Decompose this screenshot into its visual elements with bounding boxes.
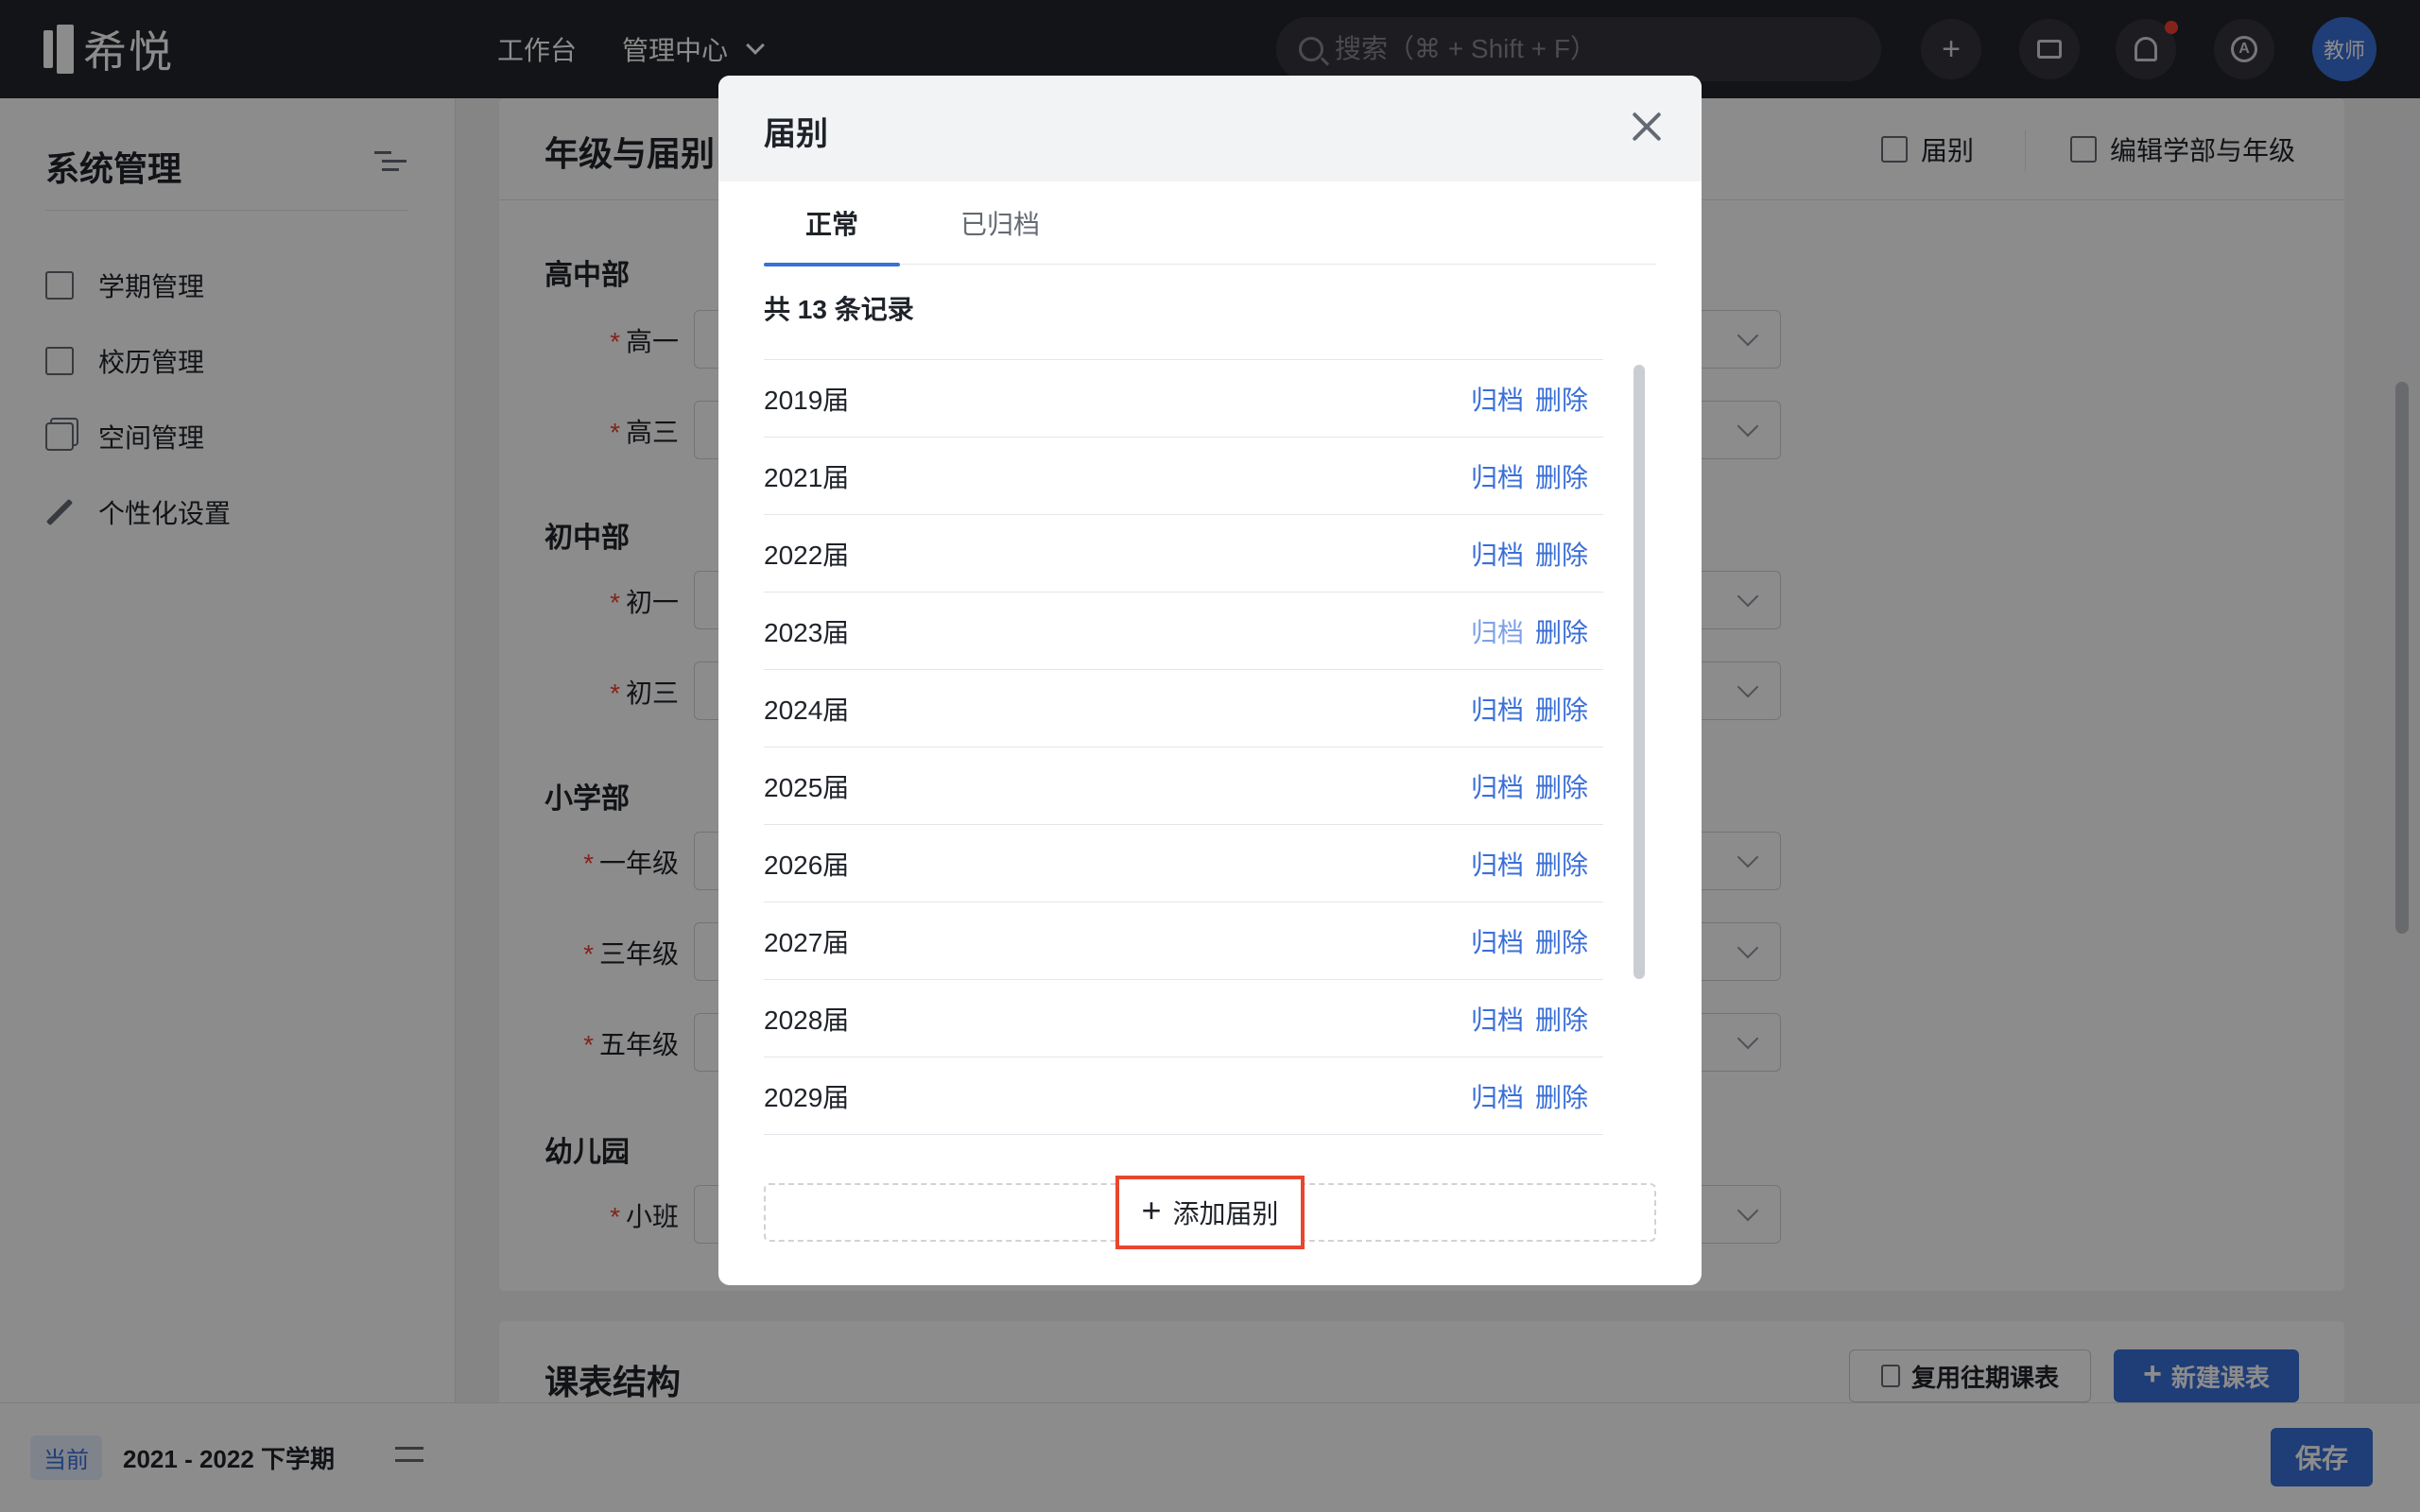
- list-item: 2029届 归档 删除: [764, 1057, 1603, 1135]
- list-item: 2025届 归档 删除: [764, 747, 1603, 825]
- delete-link[interactable]: 删除: [1535, 1077, 1588, 1115]
- list-item: 2021届 归档 删除: [764, 438, 1603, 515]
- delete-link[interactable]: 删除: [1535, 612, 1588, 650]
- list-scrollbar[interactable]: [1634, 365, 1645, 1159]
- class-year-list[interactable]: 2019届 归档 删除 2021届 归档 删除 2022届 归档 删除 2023…: [764, 359, 1603, 1153]
- class-year-name: 2024届: [764, 695, 850, 725]
- scroll-thumb[interactable]: [1634, 365, 1645, 979]
- close-icon[interactable]: [1628, 108, 1666, 146]
- list-item: 2024届 归档 删除: [764, 670, 1603, 747]
- modal-title: 届别: [764, 116, 828, 152]
- archive-link[interactable]: 归档: [1471, 690, 1524, 728]
- delete-link[interactable]: 删除: [1535, 845, 1588, 883]
- list-item: 2026届 归档 删除: [764, 825, 1603, 902]
- delete-link[interactable]: 删除: [1535, 690, 1588, 728]
- class-year-name: 2019届: [764, 385, 850, 415]
- class-year-name: 2021届: [764, 462, 850, 492]
- archive-link[interactable]: 归档: [1471, 1000, 1524, 1038]
- modal-tabs: 正常 已归档: [764, 181, 1656, 266]
- archive-link[interactable]: 归档: [1471, 457, 1524, 495]
- class-year-name: 2025届: [764, 772, 850, 802]
- add-class-year-button[interactable]: + 添加届别: [1115, 1176, 1305, 1249]
- delete-link[interactable]: 删除: [1535, 380, 1588, 418]
- delete-link[interactable]: 删除: [1535, 767, 1588, 805]
- archive-link[interactable]: 归档: [1471, 535, 1524, 573]
- list-item: 2027届 归档 删除: [764, 902, 1603, 980]
- record-count: 共 13 条记录: [764, 295, 914, 324]
- archive-link[interactable]: 归档: [1471, 922, 1524, 960]
- archive-link[interactable]: 归档: [1471, 767, 1524, 805]
- tab-archived[interactable]: 已归档: [932, 181, 1068, 265]
- add-class-year-label: 添加届别: [1172, 1199, 1279, 1228]
- archive-link[interactable]: 归档: [1471, 845, 1524, 883]
- class-year-name: 2026届: [764, 850, 850, 880]
- class-year-name: 2027届: [764, 927, 850, 957]
- plus-icon: +: [1141, 1191, 1162, 1229]
- delete-link[interactable]: 删除: [1535, 535, 1588, 573]
- class-year-name: 2023届: [764, 617, 850, 647]
- modal-header: 届别: [718, 76, 1702, 181]
- archive-link[interactable]: 归档: [1471, 380, 1524, 418]
- archive-link[interactable]: 归档: [1471, 1077, 1524, 1115]
- class-year-name: 2022届: [764, 540, 850, 570]
- class-year-name: 2029届: [764, 1082, 850, 1112]
- list-item: 2022届 归档 删除: [764, 515, 1603, 593]
- class-year-name: 2028届: [764, 1005, 850, 1035]
- list-item: 2019届 归档 删除: [764, 360, 1603, 438]
- archive-link[interactable]: 归档: [1471, 612, 1524, 650]
- delete-link[interactable]: 删除: [1535, 1000, 1588, 1038]
- tab-normal[interactable]: 正常: [764, 181, 900, 266]
- class-year-modal: 届别 正常 已归档 共 13 条记录 2019届 归档 删除 2021届 归档 …: [718, 76, 1702, 1285]
- list-item: 2023届 归档 删除: [764, 593, 1603, 670]
- delete-link[interactable]: 删除: [1535, 457, 1588, 495]
- delete-link[interactable]: 删除: [1535, 922, 1588, 960]
- list-item: 2028届 归档 删除: [764, 980, 1603, 1057]
